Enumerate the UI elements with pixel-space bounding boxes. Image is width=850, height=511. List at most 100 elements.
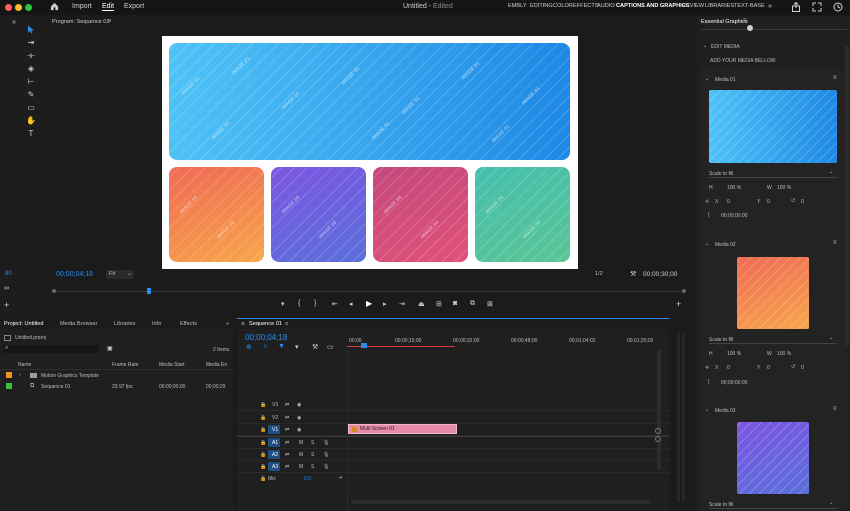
drag-handle-icon[interactable]: ≡ [833, 240, 837, 246]
microphone-icon[interactable]: 🎙 [323, 440, 329, 446]
column-frame-rate[interactable]: Frame Rate [112, 362, 138, 368]
go-to-in-icon[interactable]: ⇤ [332, 300, 338, 308]
media-01-thumbnail[interactable] [709, 90, 837, 163]
step-forward-icon[interactable]: ▸ [383, 300, 387, 308]
height-value[interactable]: 100 % [727, 185, 741, 191]
pen-tool-icon[interactable]: ✎ [26, 90, 36, 100]
close-icon[interactable]: × [241, 321, 245, 328]
tab-info[interactable]: Info [152, 321, 161, 327]
essential-graphics-scrollbar[interactable] [845, 46, 849, 346]
track-select-tool-icon[interactable]: ⇥ [26, 38, 36, 48]
wrench-icon[interactable]: ⚒ [630, 270, 636, 278]
media-slot-01[interactable]: IMAGE 01 IMAGE 01 IMAGE 01 IMAGE 01 IMAG… [169, 43, 570, 160]
sync-lock-icon[interactable]: ⇄ [285, 464, 289, 470]
eye-icon[interactable]: ◉ [297, 415, 301, 421]
track-a3[interactable]: 🔒 A3 ⇄ M S 🎙 [237, 461, 669, 473]
scrub-start-handle[interactable] [52, 289, 56, 293]
mute-icon[interactable]: M [299, 464, 303, 470]
sync-lock-icon[interactable]: ⇄ [285, 440, 289, 446]
workspace-libraries[interactable]: LIBRARIES [705, 3, 734, 9]
menu-import[interactable]: Import [72, 3, 92, 10]
sync-lock-icon[interactable]: ⇄ [285, 402, 289, 408]
timeline-clip[interactable]: Multi Screen 01 [348, 424, 457, 434]
mark-out-icon[interactable]: } [314, 300, 316, 307]
workspace-review[interactable]: REVIEW [682, 3, 704, 9]
playhead[interactable] [361, 343, 367, 348]
lock-icon[interactable]: 🔒 [260, 464, 266, 470]
tab-media-browser[interactable]: Media Browser [60, 321, 97, 327]
workspace-assembly[interactable]: EMBLY [508, 3, 527, 9]
sync-lock-icon[interactable]: ⇄ [285, 415, 289, 421]
scrub-end-handle[interactable] [682, 289, 686, 293]
workspace-captions-and-graphics[interactable]: CAPTIONS AND GRAPHICS [616, 3, 689, 9]
playhead[interactable] [147, 288, 151, 294]
rectangle-tool-icon[interactable]: ▭ [26, 103, 36, 113]
project-search-input[interactable]: ⌕ [3, 345, 99, 353]
track-a2[interactable]: 🔒 A2 ⇄ M S 🎙 [237, 449, 669, 461]
timeline-horizontal-scrollbar[interactable] [351, 500, 651, 504]
zoom-window-button[interactable] [25, 4, 32, 11]
label-color-swatch[interactable] [6, 383, 12, 389]
mute-icon[interactable]: M [299, 440, 303, 446]
lock-icon[interactable]: 🔒 [260, 452, 266, 458]
eye-icon[interactable]: ◉ [297, 402, 301, 408]
program-scrub-bar[interactable] [52, 288, 686, 296]
captions-icon[interactable]: ▭ [327, 343, 334, 351]
menu-export[interactable]: Export [124, 3, 144, 10]
program-timecode[interactable]: 00;00;04;18 [56, 271, 93, 278]
column-media-end[interactable]: Media En [206, 362, 227, 368]
track-a1[interactable]: 🔒 A1 ⇄ M S 🎙 [237, 437, 669, 449]
progress-indicator-icon[interactable] [833, 2, 843, 14]
track-v1[interactable]: 🔒 V1 ⇄ ◉ Multi Screen 01 [237, 424, 669, 436]
rotation-value[interactable]: 0 [801, 199, 804, 205]
hand-tool-icon[interactable]: ✋ [26, 116, 36, 126]
go-to-end-icon[interactable]: ⇥ [338, 475, 342, 481]
height-value[interactable]: 100 % [727, 351, 741, 357]
lift-icon[interactable]: ⏏ [418, 300, 425, 308]
panel-overflow-icon[interactable]: » [226, 321, 229, 327]
scale-dropdown[interactable]: Scale to fill ⌄ [709, 500, 837, 509]
chevron-right-icon[interactable]: › [19, 372, 21, 378]
sync-lock-icon[interactable]: ⇄ [285, 427, 289, 433]
rotation-value[interactable]: 0 [801, 365, 804, 371]
program-monitor-tab[interactable]: Program: Sequence 01 [52, 19, 110, 25]
lock-icon[interactable]: 🔒 [260, 440, 266, 446]
time-value[interactable]: 00;00;00;00 [721, 380, 747, 386]
video-preview-canvas[interactable]: IMAGE 01 IMAGE 01 IMAGE 01 IMAGE 01 IMAG… [162, 36, 578, 269]
solo-icon[interactable]: S [311, 440, 314, 446]
button-editor-icon[interactable]: + [676, 299, 681, 309]
zoom-handle[interactable] [655, 428, 661, 434]
tab-project[interactable]: Project: Untitled [4, 321, 43, 327]
timeline-timecode[interactable]: 00;00;04;18 [245, 333, 287, 342]
timeline-settings-icon[interactable]: ⚒ [312, 343, 318, 351]
add-icon[interactable]: + [4, 300, 9, 310]
panel-menu-icon[interactable]: ≡ [108, 18, 111, 24]
chevron-down-icon[interactable]: ⌄ [705, 76, 709, 82]
column-name[interactable]: Name [18, 362, 31, 368]
selection-tool-icon[interactable] [26, 25, 36, 35]
close-window-button[interactable] [5, 4, 12, 11]
zoom-handle[interactable] [655, 436, 661, 442]
ripple-edit-tool-icon[interactable]: ⟛ [26, 51, 36, 61]
comparison-view-icon[interactable]: ⧉ [470, 300, 475, 308]
marker-icon[interactable]: ▾ [295, 343, 299, 351]
microphone-icon[interactable]: 🎙 [323, 452, 329, 458]
chevron-down-icon[interactable]: ⌄ [703, 43, 707, 49]
mix-value[interactable]: 0.0 [304, 476, 311, 482]
go-to-out-icon[interactable]: ⇥ [399, 300, 405, 308]
project-row-folder[interactable]: › Motion Graphics Template [0, 371, 233, 381]
width-value[interactable]: 100 % [777, 351, 791, 357]
menu-edit[interactable]: Edit [102, 3, 115, 11]
essential-graphics-title[interactable]: Essential Graphics [701, 19, 748, 25]
add-marker-icon[interactable]: ▼ [278, 343, 285, 350]
lock-icon[interactable]: 🔒 [260, 476, 266, 482]
track-mix[interactable]: 🔒 Mix 0.0 ⇥ [237, 473, 669, 484]
time-value[interactable]: 00;00;00;00 [721, 213, 747, 219]
y-value[interactable]: 0 [767, 365, 770, 371]
razor-tool-icon[interactable]: ◈ [26, 64, 36, 74]
chevron-down-icon[interactable]: ⌄ [705, 407, 709, 413]
media-03-thumbnail[interactable] [737, 422, 809, 494]
workspace-effects[interactable]: EFFECTS [573, 3, 598, 9]
lock-icon[interactable]: 🔒 [260, 402, 266, 408]
panel-menu-icon[interactable]: ≡ [743, 18, 747, 24]
